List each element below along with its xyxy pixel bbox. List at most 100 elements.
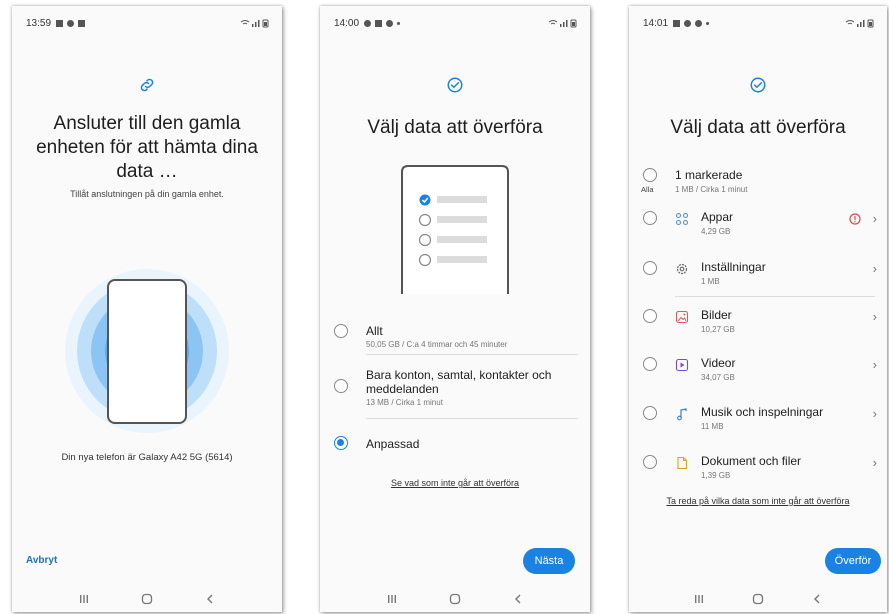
category-row-settings[interactable]: Inställningar 1 MB › xyxy=(629,256,887,292)
radio-all[interactable] xyxy=(334,324,348,338)
checklist-phone-illustration xyxy=(401,165,509,294)
option-accounts-calls[interactable]: Bara konton, samtal, kontakter och medde… xyxy=(320,364,590,412)
category-checkbox[interactable] xyxy=(643,455,657,469)
category-checkbox[interactable] xyxy=(643,357,657,371)
category-row-apps[interactable]: Appar 4,29 GB › xyxy=(629,206,887,242)
gallery-notification-icon xyxy=(673,19,681,27)
not-transferable-link[interactable]: Se vad som inte går att överföra xyxy=(320,478,590,488)
category-checkbox[interactable] xyxy=(643,211,657,225)
category-size: 34,07 GB xyxy=(701,373,735,382)
check-notification-icon xyxy=(695,19,703,27)
option-custom[interactable]: Anpassad xyxy=(320,434,590,458)
transfer-button[interactable]: Överför xyxy=(825,548,881,574)
select-all-row[interactable]: Alla 1 markerade 1 MB / Cirka 1 minut xyxy=(629,166,887,200)
image-icon xyxy=(675,310,689,324)
link-icon xyxy=(12,76,282,99)
page-title: Välj data att överföra xyxy=(670,117,846,138)
select-all-checkbox[interactable] xyxy=(643,168,657,182)
home-icon[interactable] xyxy=(141,593,153,605)
category-label: Videor xyxy=(701,356,736,370)
phone-screen-connecting: 13:59 Ansluter till den gamla enheten fö… xyxy=(12,6,282,612)
divider xyxy=(366,418,578,419)
category-row-videos[interactable]: Videor 34,07 GB › xyxy=(629,352,887,388)
document-icon xyxy=(677,456,688,470)
chevron-right-icon[interactable]: › xyxy=(873,261,877,276)
chevron-right-icon[interactable]: › xyxy=(873,357,877,372)
system-status-icons xyxy=(845,19,875,28)
check-notification-icon xyxy=(67,19,75,27)
category-size: 1 MB xyxy=(701,277,720,286)
category-size: 11 MB xyxy=(701,422,724,431)
sync-notification-icon xyxy=(364,19,372,27)
option-label: Allt xyxy=(366,324,383,338)
home-icon[interactable] xyxy=(449,593,461,605)
category-size: 1,39 GB xyxy=(701,471,731,480)
recent-apps-icon[interactable] xyxy=(78,593,90,605)
camera-notification-icon xyxy=(78,19,86,27)
apps-icon xyxy=(675,212,689,226)
category-checkbox[interactable] xyxy=(643,309,657,323)
video-icon xyxy=(675,358,689,372)
selected-count: 1 markerade xyxy=(675,168,743,182)
category-checkbox[interactable] xyxy=(643,261,657,275)
connecting-phone-illustration xyxy=(65,269,229,433)
category-label: Inställningar xyxy=(701,260,766,274)
category-size: 10,27 GB xyxy=(701,325,735,334)
divider xyxy=(366,354,578,355)
warning-icon[interactable] xyxy=(849,213,861,225)
category-row-music[interactable]: Musik och inspelningar 11 MB › xyxy=(629,401,887,437)
page-title: Välj data att överföra xyxy=(367,117,543,138)
chevron-right-icon[interactable]: › xyxy=(873,211,877,226)
category-label: Bilder xyxy=(701,308,732,322)
all-label: Alla xyxy=(641,185,654,194)
divider xyxy=(675,296,875,297)
status-time: 14:00 xyxy=(334,17,360,29)
category-row-documents[interactable]: Dokument och filer 1,39 GB › xyxy=(629,450,887,486)
settings-icon xyxy=(676,263,688,275)
next-button[interactable]: Nästa xyxy=(523,548,575,574)
not-transferable-link[interactable]: Ta reda på vilka data som inte går att ö… xyxy=(629,496,887,506)
home-icon[interactable] xyxy=(752,593,764,605)
check-circle-icon xyxy=(629,76,887,99)
navigation-bar xyxy=(12,592,282,606)
wifi-signal-battery-icon xyxy=(240,19,269,27)
category-row-images[interactable]: Bilder 10,27 GB › xyxy=(629,304,887,340)
gallery-notification-icon xyxy=(56,19,64,27)
option-label: Anpassad xyxy=(366,437,420,451)
category-size: 4,29 GB xyxy=(701,227,731,236)
back-icon[interactable] xyxy=(512,593,524,605)
status-bar: 14:01 xyxy=(643,16,875,30)
phone-screen-custom-select: 14:01 Välj data att överföra Alla 1 mark… xyxy=(629,6,887,612)
check-notification-icon xyxy=(386,19,394,27)
radio-accounts-calls[interactable] xyxy=(334,379,348,393)
system-status-icons xyxy=(240,19,270,28)
radio-custom[interactable] xyxy=(334,436,348,450)
navigation-bar xyxy=(320,592,590,606)
phone-screen-select-data: 14:00 Välj data att överföra Allt 50,05 … xyxy=(320,6,590,612)
option-all[interactable]: Allt 50,05 GB / C:a 4 timmar och 45 minu… xyxy=(320,318,590,356)
category-checkbox[interactable] xyxy=(643,406,657,420)
back-icon[interactable] xyxy=(204,593,216,605)
device-info-text: Din nya telefon är Galaxy A42 5G (5614) xyxy=(61,452,233,463)
option-label: Bara konton, samtal, kontakter och medde… xyxy=(366,368,552,396)
chevron-right-icon[interactable]: › xyxy=(873,455,877,470)
wifi-signal-battery-icon xyxy=(548,19,577,27)
status-time: 14:01 xyxy=(643,17,669,29)
music-icon xyxy=(677,408,687,421)
back-icon[interactable] xyxy=(811,593,823,605)
status-bar: 13:59 xyxy=(26,16,270,30)
chevron-right-icon[interactable]: › xyxy=(873,406,877,421)
category-label: Musik och inspelningar xyxy=(701,405,824,419)
selected-size: 1 MB / Cirka 1 minut xyxy=(675,185,748,194)
navigation-bar xyxy=(629,592,887,606)
page-subtitle: Tillåt anslutningen på din gamla enhet. xyxy=(70,189,224,199)
option-sub: 13 MB / Cirka 1 minut xyxy=(366,398,443,407)
page-title: Ansluter till den gamla enheten för att … xyxy=(36,113,258,182)
sync-notification-icon xyxy=(684,19,692,27)
more-notifications-icon xyxy=(706,21,710,25)
check-circle-icon xyxy=(320,76,590,99)
recent-apps-icon[interactable] xyxy=(386,593,398,605)
recent-apps-icon[interactable] xyxy=(693,593,705,605)
chevron-right-icon[interactable]: › xyxy=(873,309,877,324)
cancel-button[interactable]: Avbryt xyxy=(26,555,57,566)
